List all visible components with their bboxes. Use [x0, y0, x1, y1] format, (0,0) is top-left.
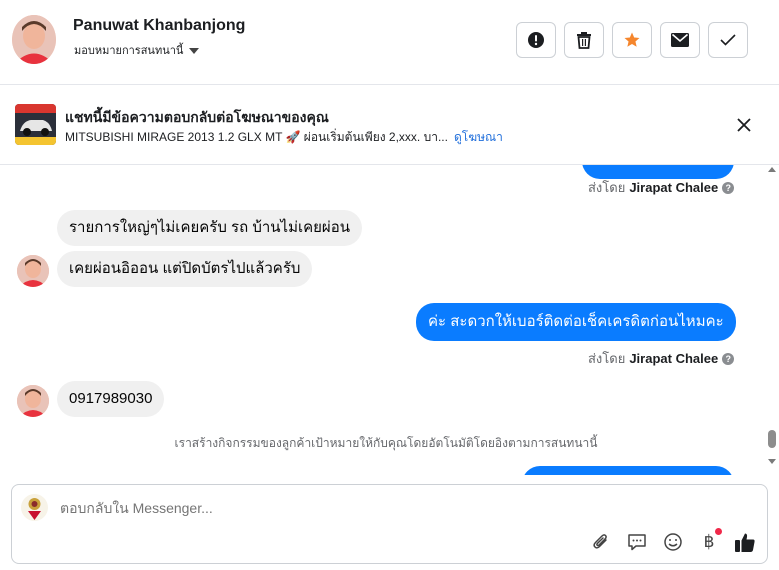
- contact-avatar[interactable]: [12, 15, 56, 64]
- spam-button[interactable]: [516, 22, 556, 58]
- caret-down-icon: [189, 47, 200, 54]
- mark-done-button[interactable]: [708, 22, 748, 58]
- envelope-icon: [671, 33, 689, 47]
- star-button[interactable]: [612, 22, 652, 58]
- system-notice: เราสร้างกิจกรรมของลูกค้าเป้าหมายให้กับคุ…: [174, 436, 598, 450]
- assign-conversation-dropdown[interactable]: มอบหมายการสนทนานี้: [74, 41, 200, 59]
- check-icon: [720, 34, 736, 46]
- notification-dot: [715, 528, 722, 535]
- alert-icon: [528, 32, 544, 48]
- trash-icon: [577, 32, 591, 49]
- contact-name: Panuwat Khanbanjong: [73, 17, 246, 34]
- scroll-down-arrow-icon[interactable]: [768, 459, 776, 464]
- close-banner-button[interactable]: [735, 116, 753, 134]
- help-icon[interactable]: ?: [722, 181, 735, 194]
- help-icon[interactable]: ?: [722, 352, 735, 365]
- ad-banner-title: แชทนี้มีข้อความตอบกลับต่อโฆษณาของคุณ: [65, 109, 329, 125]
- page-avatar: [21, 494, 48, 521]
- payment-button[interactable]: ฿: [698, 528, 722, 553]
- view-ad-link[interactable]: ดูโฆษณา: [454, 130, 503, 144]
- smiley-icon: [664, 533, 682, 551]
- paperclip-icon: [593, 534, 607, 549]
- ad-caption: MITSUBISHI MIRAGE 2013 1.2 GLX MT 🚀 ผ่อน…: [65, 130, 448, 144]
- reply-input[interactable]: [60, 500, 560, 516]
- message-bubble-incoming: 0917989030: [57, 381, 165, 417]
- contact-avatar-small: [17, 255, 49, 287]
- reply-composer: ฿: [11, 484, 768, 564]
- thumbs-up-icon: [735, 533, 755, 552]
- saved-replies-button[interactable]: [626, 531, 648, 553]
- message-bubble-incoming: เคยผ่อนอิออน แต่ปิดบัตรไปแล้วครับ: [57, 251, 313, 287]
- chat-bubble-icon: [628, 534, 646, 551]
- ad-thumbnail[interactable]: [15, 104, 56, 145]
- message-thread[interactable]: ส่งโดย Jirapat Chalee? รายการใหญ่ๆไม่เคยค…: [0, 165, 779, 475]
- conversation-header: Panuwat Khanbanjong มอบหมายการสนทนานี้: [0, 0, 779, 85]
- baht-icon: ฿: [703, 532, 715, 552]
- mark-unread-button[interactable]: [660, 22, 700, 58]
- close-icon: [737, 118, 751, 132]
- star-icon: [624, 32, 640, 47]
- scroll-up-arrow-icon[interactable]: [768, 167, 776, 172]
- ad-reply-banner: แชทนี้มีข้อความตอบกลับต่อโฆษณาของคุณ MIT…: [0, 85, 779, 165]
- sent-by-label: ส่งโดย Jirapat Chalee?: [588, 177, 735, 198]
- thread-scrollbar[interactable]: [764, 165, 779, 475]
- message-bubble-outgoing-partial: [522, 466, 734, 475]
- message-bubble-incoming: รายการใหญ่ๆไม่เคยครับ รถ บ้านไม่เคยผ่อน: [57, 210, 362, 246]
- assign-label: มอบหมายการสนทนานี้: [74, 45, 184, 57]
- scroll-thumb[interactable]: [768, 430, 776, 448]
- contact-avatar-small: [17, 385, 49, 417]
- like-button[interactable]: [734, 531, 756, 553]
- ad-banner-subtitle: MITSUBISHI MIRAGE 2013 1.2 GLX MT 🚀 ผ่อน…: [65, 128, 503, 147]
- attach-button[interactable]: [590, 531, 612, 553]
- sent-by-label: ส่งโดย Jirapat Chalee?: [588, 348, 735, 369]
- message-bubble-outgoing: ค่ะ สะดวกให้เบอร์ติดต่อเช็คเครดิตก่อนไหม…: [416, 303, 736, 341]
- emoji-button[interactable]: [662, 531, 684, 553]
- delete-button[interactable]: [564, 22, 604, 58]
